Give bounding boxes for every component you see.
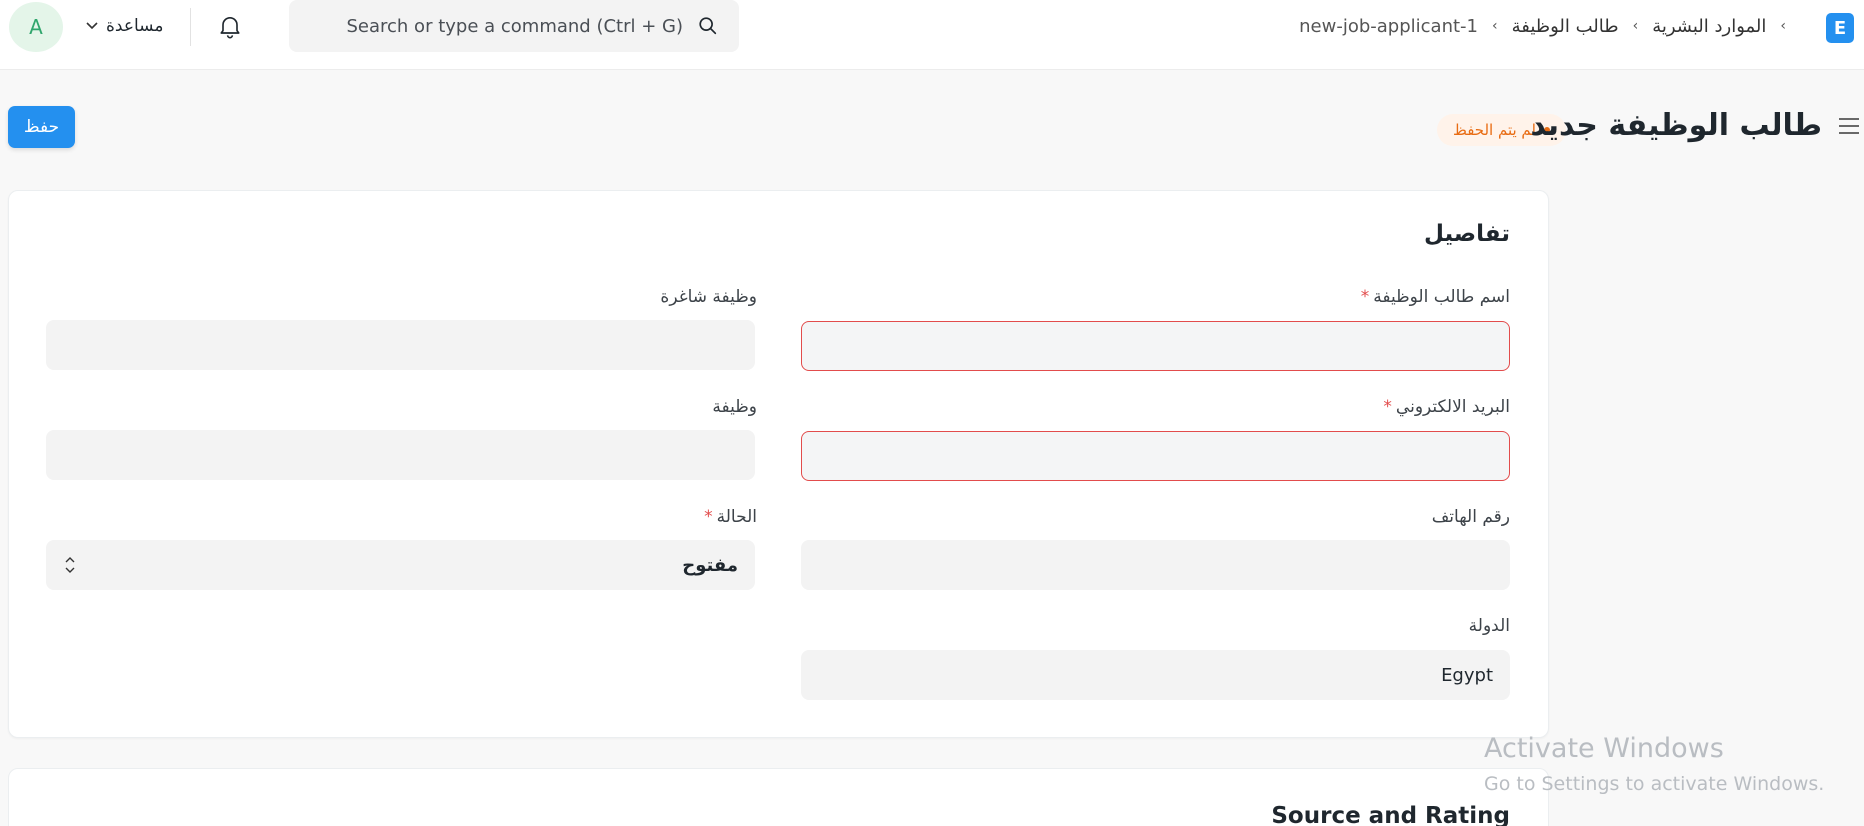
- navbar-divider: [190, 8, 191, 46]
- email-input[interactable]: [801, 431, 1510, 481]
- search-bar[interactable]: Search or type a command (Ctrl + G): [289, 0, 739, 52]
- country-input[interactable]: Egypt: [801, 650, 1510, 700]
- activate-windows-subtitle: Go to Settings to activate Windows.: [1484, 773, 1825, 795]
- select-updown-icon: [65, 557, 75, 573]
- phone-label: رقم الهاتف: [1431, 507, 1510, 527]
- help-label: مساعدة: [106, 16, 164, 36]
- email-label: البريد الالكتروني*: [1383, 397, 1510, 417]
- designation-label: وظيفة: [712, 397, 757, 417]
- breadcrumb-item-job-applicant[interactable]: طالب الوظيفة: [1512, 16, 1619, 37]
- breadcrumb: › الموارد البشرية › طالب الوظيفة › new-j…: [1299, 12, 1786, 40]
- search-icon: [699, 17, 717, 35]
- page-title: طالب الوظيفة جديد: [1530, 108, 1822, 143]
- status-select-value: مفتوح: [682, 554, 738, 576]
- required-marker: *: [1360, 287, 1370, 307]
- notification-bell-icon[interactable]: [216, 12, 244, 40]
- status-text: لم يتم الحفظ: [1452, 121, 1536, 139]
- country-label: الدولة: [1468, 616, 1510, 636]
- job-opening-input[interactable]: [46, 320, 755, 370]
- email-label-text: البريد الالكتروني: [1395, 397, 1510, 417]
- chevron-down-icon: [86, 19, 98, 33]
- save-button[interactable]: حفظ: [8, 106, 75, 148]
- sidebar-toggle-icon[interactable]: [1838, 116, 1860, 136]
- applicant-name-input[interactable]: [801, 321, 1510, 371]
- activate-windows-title: Activate Windows: [1484, 733, 1724, 764]
- required-marker: *: [704, 507, 713, 527]
- status-select[interactable]: مفتوح: [46, 540, 755, 590]
- search-input[interactable]: Search or type a command (Ctrl + G): [347, 16, 684, 37]
- avatar-initial: A: [29, 15, 43, 39]
- breadcrumb-item-current: new-job-applicant-1: [1299, 15, 1478, 37]
- source-rating-card: Source and Rating: [8, 768, 1549, 826]
- applicant-name-label: اسم طالب الوظيفة*: [1361, 287, 1510, 307]
- section-title: تفاصيل: [1424, 221, 1510, 247]
- details-card: تفاصيل اسم طالب الوظيفة* البريد الالكترو…: [8, 190, 1549, 738]
- help-dropdown[interactable]: مساعدة: [86, 12, 163, 40]
- status-label-text: الحالة: [716, 507, 757, 527]
- app-logo-icon[interactable]: E: [1826, 13, 1854, 43]
- breadcrumb-separator-icon: ›: [1491, 18, 1498, 34]
- app-logo-letter: E: [1833, 17, 1847, 39]
- applicant-name-label-text: اسم طالب الوظيفة: [1373, 287, 1510, 307]
- required-marker: *: [1383, 397, 1392, 417]
- breadcrumb-separator-icon: ›: [1632, 18, 1639, 34]
- source-rating-title: Source and Rating: [1271, 803, 1510, 826]
- breadcrumb-item-hr[interactable]: الموارد البشرية: [1652, 16, 1766, 37]
- designation-input[interactable]: [46, 430, 755, 480]
- breadcrumb-separator-icon: ›: [1780, 18, 1786, 34]
- job-opening-label: وظيفة شاغرة: [660, 287, 757, 307]
- phone-input[interactable]: [801, 540, 1510, 590]
- user-avatar[interactable]: A: [9, 2, 63, 52]
- status-label: الحالة*: [704, 507, 757, 527]
- navbar: A مساعدة Search or type a command (Ctrl …: [0, 0, 1864, 70]
